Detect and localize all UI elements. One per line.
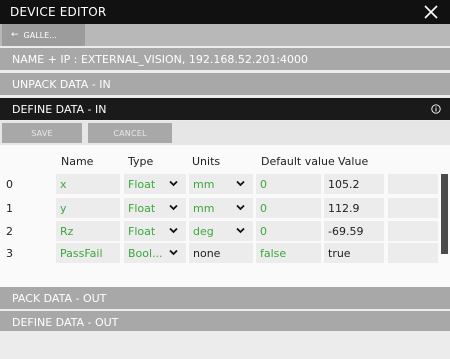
value-cell: -69.59 xyxy=(324,221,384,241)
value-cell: 112.9 xyxy=(324,198,384,218)
units-select-value: mm xyxy=(193,177,215,191)
section-unpack-data-in-label: UNPACK DATA - IN xyxy=(12,77,111,91)
info-icon[interactable] xyxy=(431,104,441,114)
type-select[interactable]: Bool... xyxy=(124,243,186,263)
table-row: 0 x Float mm 0 105.2 xyxy=(0,174,438,194)
row-index: 3 xyxy=(6,246,13,260)
units-select[interactable]: mm xyxy=(189,198,253,218)
empty-cell xyxy=(388,174,438,194)
units-cell: none xyxy=(189,243,253,263)
units-select[interactable]: mm xyxy=(189,174,253,194)
back-button-label: GALLE... xyxy=(23,30,57,40)
chevron-down-icon xyxy=(236,180,245,187)
navigation-row: ← GALLE... xyxy=(0,24,450,46)
column-header-units: Units xyxy=(192,155,221,168)
section-define-data-in[interactable]: DEFINE DATA - IN xyxy=(0,98,450,120)
back-arrow-icon: ← xyxy=(11,30,19,40)
define-data-in-panel: SAVE CANCEL Name Type Units Default valu… xyxy=(0,121,450,287)
column-header-value: Value xyxy=(338,155,369,168)
empty-cell xyxy=(388,221,438,241)
window-title: DEVICE EDITOR xyxy=(10,5,107,19)
type-select-value: Float xyxy=(128,224,156,238)
section-unpack-data-in[interactable]: UNPACK DATA - IN xyxy=(0,73,450,95)
section-name-ip-label: NAME + IP : EXTERNAL_VISION, 192.168.52.… xyxy=(12,52,309,66)
value-cell: 105.2 xyxy=(324,174,384,194)
default-value-field[interactable]: 0 xyxy=(256,221,321,241)
title-bar: DEVICE EDITOR xyxy=(0,0,450,24)
action-bar: SAVE CANCEL xyxy=(0,121,450,145)
close-icon[interactable] xyxy=(422,3,440,21)
default-value-field[interactable]: 0 xyxy=(256,198,321,218)
empty-cell xyxy=(388,198,438,218)
section-define-data-in-label: DEFINE DATA - IN xyxy=(12,102,107,116)
type-select[interactable]: Float xyxy=(124,198,186,218)
name-field[interactable]: Rz xyxy=(56,221,120,241)
row-index: 1 xyxy=(6,201,13,215)
table-row: 1 y Float mm 0 112.9 xyxy=(0,198,438,218)
type-select[interactable]: Float xyxy=(124,221,186,241)
units-select[interactable]: deg xyxy=(189,221,253,241)
default-value-field[interactable]: 0 xyxy=(256,174,321,194)
back-button[interactable]: ← GALLE... xyxy=(2,24,85,46)
value-cell: true xyxy=(324,243,384,263)
row-index: 0 xyxy=(6,177,13,191)
section-define-data-out[interactable]: DEFINE DATA - OUT xyxy=(0,311,450,333)
chevron-down-icon xyxy=(236,227,245,234)
type-select[interactable]: Float xyxy=(124,174,186,194)
section-define-data-out-label: DEFINE DATA - OUT xyxy=(12,315,119,329)
row-index: 2 xyxy=(6,224,13,238)
chevron-down-icon xyxy=(236,204,245,211)
chevron-down-icon xyxy=(169,180,178,187)
name-field[interactable]: y xyxy=(56,198,120,218)
column-header-name: Name xyxy=(61,155,94,168)
section-pack-data-out[interactable]: PACK DATA - OUT xyxy=(0,287,450,309)
chevron-down-icon xyxy=(169,249,178,256)
cancel-button[interactable]: CANCEL xyxy=(88,123,172,143)
type-select-value: Float xyxy=(128,201,156,215)
default-value-field[interactable]: false xyxy=(256,243,321,263)
column-header-type: Type xyxy=(128,155,154,168)
name-field[interactable]: PassFail xyxy=(56,243,120,263)
save-button[interactable]: SAVE xyxy=(2,123,82,143)
section-pack-data-out-label: PACK DATA - OUT xyxy=(12,291,107,305)
type-select-value: Float xyxy=(128,177,156,191)
section-name-ip[interactable]: NAME + IP : EXTERNAL_VISION, 192.168.52.… xyxy=(0,48,450,70)
empty-cell xyxy=(388,243,438,263)
table-row: 2 Rz Float deg 0 -69.59 xyxy=(0,221,438,241)
empty-area xyxy=(0,331,450,359)
type-select-value: Bool... xyxy=(128,246,163,260)
vertical-scrollbar[interactable] xyxy=(441,174,448,254)
chevron-down-icon xyxy=(169,204,178,211)
units-select-value: mm xyxy=(193,201,215,215)
table-row: 3 PassFail Bool... none false true xyxy=(0,243,438,263)
units-select-value: deg xyxy=(193,224,214,238)
column-header-default-value: Default value xyxy=(261,155,335,168)
name-field[interactable]: x xyxy=(56,174,120,194)
chevron-down-icon xyxy=(169,227,178,234)
